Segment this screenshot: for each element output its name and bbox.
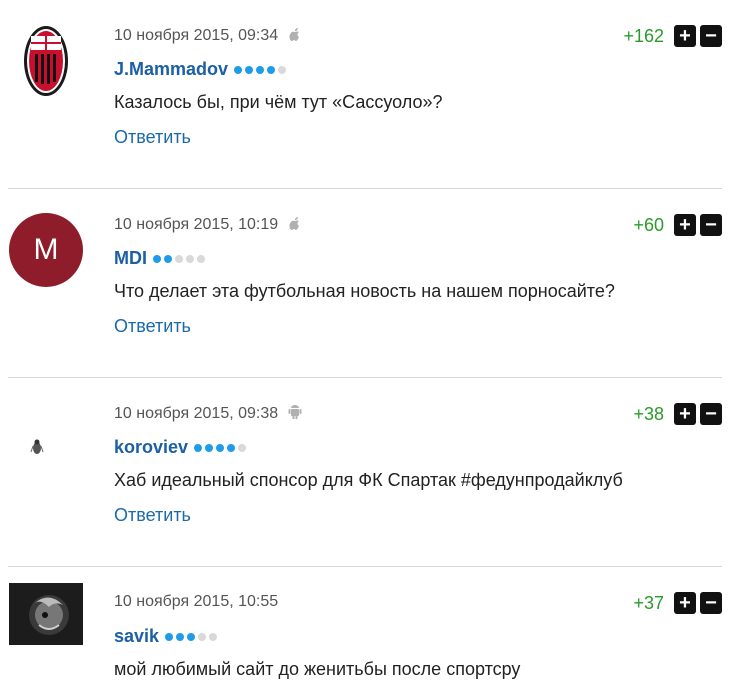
small-figure-icon <box>30 439 44 454</box>
avatar[interactable]: M <box>9 213 83 287</box>
vote-controls: +162 + − <box>623 25 722 47</box>
android-icon <box>288 404 302 423</box>
comment: 10 ноября 2015, 10:55 savik мой любимый … <box>0 567 730 688</box>
rating-dot-filled <box>164 254 172 263</box>
username-row: J.Mammadov <box>114 59 289 80</box>
rating-dot-filled <box>267 65 276 74</box>
comment-date: 10 ноября 2015, 10:55 <box>114 593 279 610</box>
rating-dot-empty <box>186 254 194 263</box>
rating-dot-filled <box>205 443 214 452</box>
comment-date: 10 ноября 2015, 09:38 <box>114 404 279 422</box>
comment-meta: 10 ноября 2015, 09:38 <box>114 404 302 423</box>
comment-text: мой любимый сайт до женитьбы после спорт… <box>114 659 521 679</box>
comment-meta: 10 ноября 2015, 10:55 <box>114 593 278 611</box>
dark-photo-icon <box>9 583 83 645</box>
rating-dot-empty <box>238 443 247 452</box>
vote-controls: +37 + − <box>633 592 722 614</box>
downvote-button[interactable]: − <box>700 403 722 425</box>
rating-dot-filled <box>227 443 236 452</box>
vote-controls: +60 + − <box>633 214 722 236</box>
comment: 10 ноября 2015, 09:34 J.Mammadov Казалос… <box>0 0 730 189</box>
comment-text: Казалось бы, при чём тут «Сассуоло»? <box>114 92 443 112</box>
username-row: MDI <box>114 248 208 269</box>
rating-dot-empty <box>209 632 218 641</box>
downvote-button[interactable]: − <box>700 25 722 47</box>
reply-link[interactable]: Ответить <box>114 505 191 526</box>
rating-dot-empty <box>278 65 287 74</box>
reply-link[interactable]: Ответить <box>114 316 191 337</box>
rating-dots <box>234 65 289 74</box>
avatar[interactable] <box>9 24 83 98</box>
apple-icon <box>288 215 302 234</box>
upvote-button[interactable]: + <box>674 25 696 47</box>
username-row: savik <box>114 626 220 647</box>
comment-meta: 10 ноября 2015, 09:34 <box>114 26 302 45</box>
vote-score: +38 <box>633 403 664 424</box>
rating-dot-filled <box>176 632 185 641</box>
rating-dot-filled <box>165 632 174 641</box>
apple-icon <box>288 26 302 45</box>
comment-text: Что делает эта футбольная новость на наш… <box>114 281 615 301</box>
comment-text: Хаб идеальный спонсор для ФК Спартак #фе… <box>114 470 623 490</box>
rating-dot-filled <box>194 443 203 452</box>
username-row: koroviev <box>114 437 249 458</box>
vote-controls: +38 + − <box>633 403 722 425</box>
rating-dot-empty <box>198 632 207 641</box>
comment-date: 10 ноября 2015, 09:34 <box>114 26 279 44</box>
rating-dots <box>153 254 208 263</box>
rating-dot-filled <box>187 632 196 641</box>
rating-dot-filled <box>234 65 243 74</box>
upvote-button[interactable]: + <box>674 403 696 425</box>
username-link[interactable]: MDI <box>114 248 147 269</box>
vote-score: +60 <box>633 214 664 235</box>
rating-dot-empty <box>175 254 183 263</box>
milan-crest-icon <box>24 26 68 96</box>
username-link[interactable]: J.Mammadov <box>114 59 228 80</box>
username-link[interactable]: savik <box>114 626 159 647</box>
reply-link[interactable]: Ответить <box>114 127 191 148</box>
rating-dots <box>194 443 249 452</box>
comment-meta: 10 ноября 2015, 10:19 <box>114 215 302 234</box>
upvote-button[interactable]: + <box>674 214 696 236</box>
vote-score: +37 <box>633 592 664 613</box>
upvote-button[interactable]: + <box>674 592 696 614</box>
username-link[interactable]: koroviev <box>114 437 188 458</box>
avatar-letter: M <box>33 233 59 266</box>
avatar[interactable] <box>9 583 83 645</box>
vote-score: +162 <box>623 25 664 46</box>
downvote-button[interactable]: − <box>700 214 722 236</box>
rating-dot-filled <box>245 65 254 74</box>
rating-dot-filled <box>256 65 265 74</box>
avatar[interactable] <box>9 402 83 476</box>
rating-dot-empty <box>197 254 205 263</box>
downvote-button[interactable]: − <box>700 592 722 614</box>
comment: 10 ноября 2015, 09:38 koroviev Хаб идеал… <box>0 378 730 567</box>
comment: M 10 ноября 2015, 10:19 MDI Что делает э… <box>0 189 730 378</box>
rating-dot-filled <box>153 254 161 263</box>
rating-dot-filled <box>216 443 225 452</box>
comment-date: 10 ноября 2015, 10:19 <box>114 215 279 233</box>
rating-dots <box>165 632 220 641</box>
